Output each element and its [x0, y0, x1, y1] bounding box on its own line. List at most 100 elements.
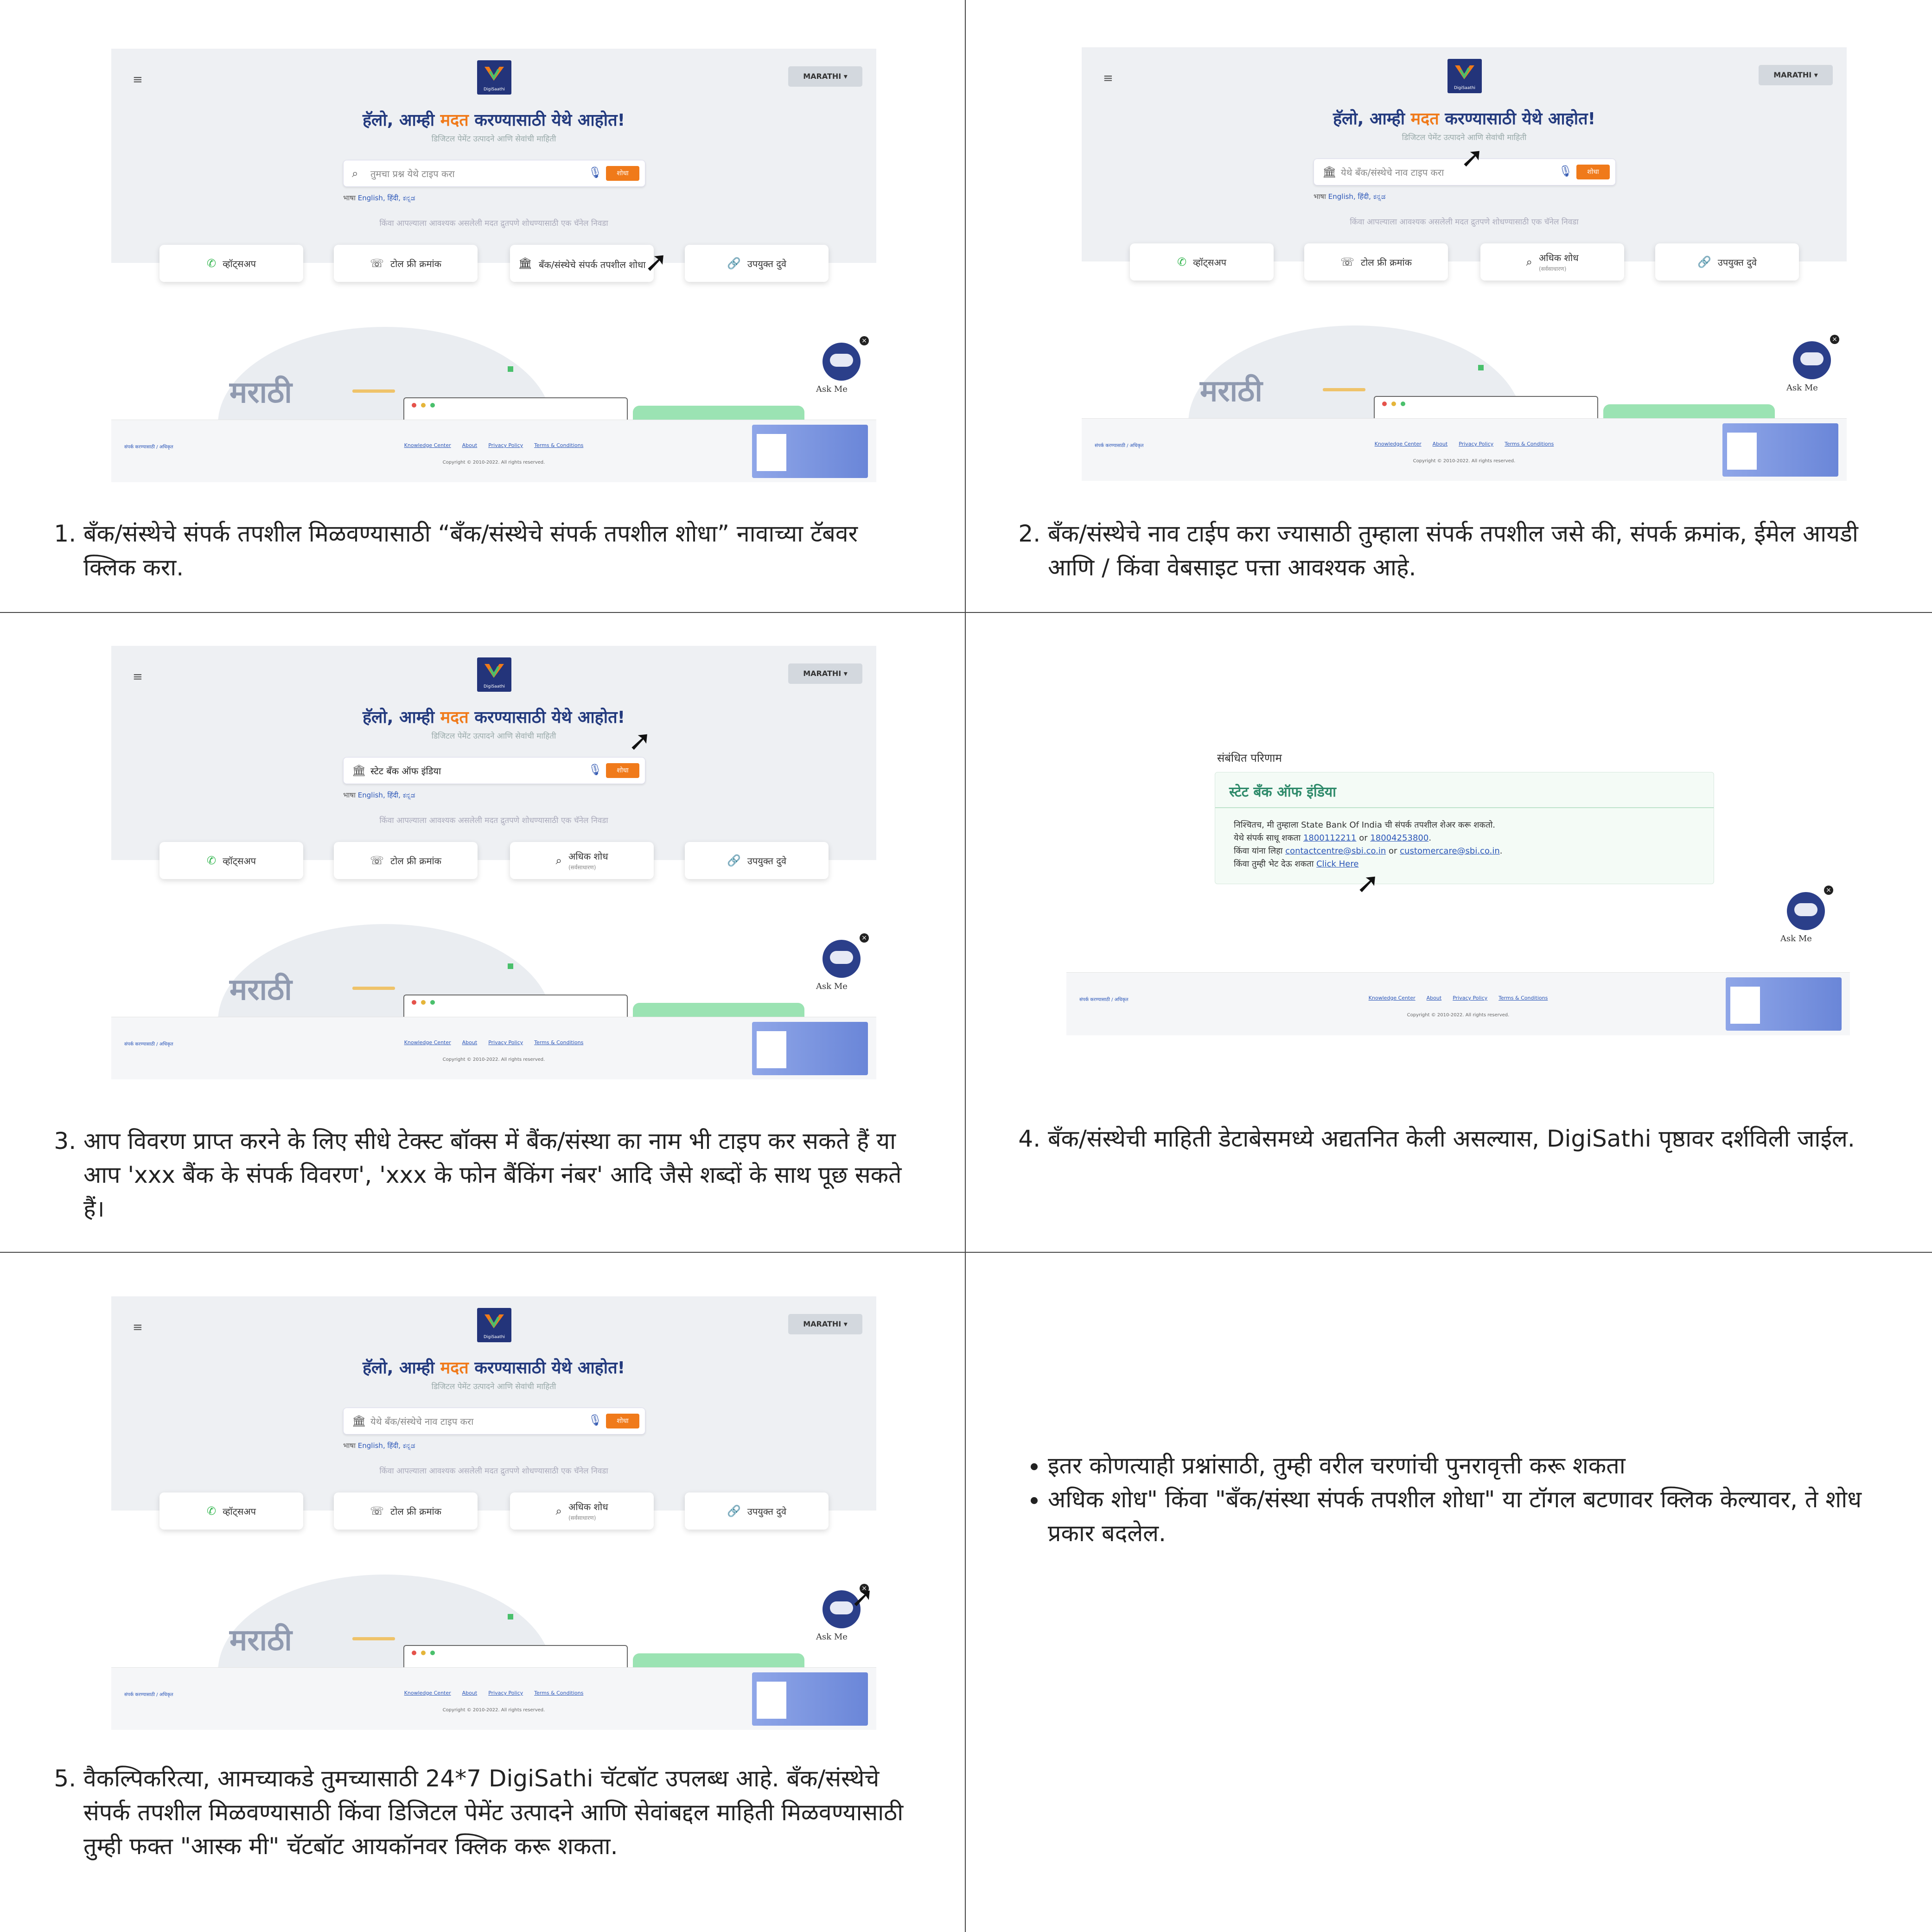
- search-button[interactable]: शोधा: [1576, 165, 1610, 179]
- tile-links[interactable]: 🔗 उपयुक्त दुवे: [685, 1492, 829, 1530]
- askme-chatbot-button[interactable]: × Ask Me: [1780, 886, 1836, 950]
- footer-link-privacy[interactable]: Privacy Policy: [488, 442, 523, 448]
- search-bar[interactable]: ⌕ तुमचा प्रश्न येथे टाइप करा 🎙 शोधा: [343, 160, 645, 187]
- tile-links[interactable]: 🔗 उपयुक्त दुवे: [685, 842, 829, 879]
- hamburger-icon[interactable]: ≡: [133, 670, 143, 684]
- askme-label: Ask Me: [1780, 934, 1812, 944]
- language-dropdown[interactable]: MARATHI ▾: [788, 663, 862, 684]
- search-input[interactable]: तुमचा प्रश्न येथे टाइप करा: [370, 167, 455, 180]
- microphone-icon[interactable]: 🎙: [588, 166, 602, 179]
- footer-link-privacy[interactable]: Privacy Policy: [1459, 441, 1493, 447]
- search-input[interactable]: स्टेट बँक ऑफ इंडिया: [370, 765, 441, 777]
- phone-link-2[interactable]: 18004253800: [1370, 833, 1428, 843]
- tile-tollfree[interactable]: ☏ टोल फ्री क्रमांक: [1304, 243, 1448, 281]
- language-links[interactable]: English, हिंदी, ಕನ್ನಡ: [1328, 192, 1386, 201]
- close-icon[interactable]: ×: [1830, 335, 1839, 344]
- caption-text-3: आप विवरण प्राप्त करने के लिए सीधे टेक्स्…: [83, 1124, 909, 1226]
- digisaathi-logo[interactable]: DigiSaathi: [477, 657, 511, 692]
- browser-dot-yellow: [1391, 402, 1396, 406]
- result-line-1: निश्चितच, मी तुम्हाला State Bank Of Indi…: [1234, 820, 1495, 830]
- askme-chatbot-button[interactable]: × Ask Me: [1786, 335, 1842, 400]
- digisaathi-popup[interactable]: [752, 1022, 868, 1075]
- language-dropdown[interactable]: MARATHI ▾: [1759, 65, 1833, 85]
- search-bar[interactable]: 🏛 येथे बँक/संस्थेचे नाव टाइप करा 🎙 शोधा: [343, 1408, 645, 1435]
- digisaathi-popup[interactable]: [752, 1672, 868, 1726]
- digisaathi-logo[interactable]: DigiSaathi: [477, 60, 511, 95]
- footer-link-knowledge[interactable]: Knowledge Center: [1375, 441, 1422, 447]
- footer-link-about[interactable]: About: [1433, 441, 1448, 447]
- email-link-1[interactable]: contactcentre@sbi.co.in: [1285, 846, 1386, 856]
- footer-link-privacy[interactable]: Privacy Policy: [488, 1039, 523, 1046]
- footer-link-privacy[interactable]: Privacy Policy: [488, 1690, 523, 1696]
- footer-link-knowledge[interactable]: Knowledge Center: [404, 1039, 451, 1046]
- phone-link-1[interactable]: 1800112211: [1303, 833, 1357, 843]
- result-body: निश्चितच, मी तुम्हाला State Bank Of Indi…: [1234, 819, 1503, 871]
- search-input[interactable]: येथे बँक/संस्थेचे नाव टाइप करा: [370, 1415, 473, 1428]
- footer-link-terms[interactable]: Terms & Conditions: [1498, 995, 1548, 1001]
- language-dropdown[interactable]: MARATHI ▾: [788, 1314, 862, 1334]
- email-link-2[interactable]: customercare@sbi.co.in: [1400, 846, 1500, 856]
- result-line-3-prefix: किंवा यांना लिहा: [1234, 846, 1286, 856]
- search-button[interactable]: शोधा: [606, 1414, 639, 1428]
- search-button[interactable]: शोधा: [606, 763, 639, 778]
- tile-bank-label: बँक/संस्थेचे संपर्क तपशील शोधा: [538, 259, 646, 270]
- language-links[interactable]: English, हिंदी, ಕನ್ನಡ: [358, 1441, 415, 1450]
- microphone-icon[interactable]: 🎙: [588, 763, 602, 776]
- footer-link-knowledge[interactable]: Knowledge Center: [404, 1690, 451, 1696]
- language-dropdown[interactable]: MARATHI ▾: [788, 66, 862, 87]
- search-button[interactable]: शोधा: [606, 166, 639, 181]
- tile-tollfree[interactable]: ☏ टोल फ्री क्रमांक: [334, 245, 478, 282]
- close-icon[interactable]: ×: [860, 336, 869, 345]
- footer-link-privacy[interactable]: Privacy Policy: [1453, 995, 1487, 1001]
- footer-link-about[interactable]: About: [462, 1039, 478, 1046]
- search-input[interactable]: येथे बँक/संस्थेचे नाव टाइप करा: [1341, 166, 1444, 179]
- close-icon[interactable]: ×: [860, 933, 869, 943]
- decor-dot: [508, 963, 513, 969]
- search-bar[interactable]: 🏛 स्टेट बँक ऑफ इंडिया 🎙 शोधा: [343, 757, 645, 784]
- tile-links-label: उपयुक्त दुवे: [747, 258, 787, 269]
- digisaathi-popup[interactable]: [1726, 977, 1842, 1031]
- askme-chatbot-button[interactable]: × Ask Me: [816, 933, 872, 998]
- hamburger-icon[interactable]: ≡: [133, 73, 143, 87]
- tile-whatsapp[interactable]: ✆ व्हॉट्सअप: [159, 245, 303, 282]
- tile-search-mode[interactable]: ⌕ अधिक शोध (सर्वसाधारण): [1480, 243, 1624, 281]
- footer-link-knowledge[interactable]: Knowledge Center: [404, 442, 451, 448]
- tile-whatsapp[interactable]: ✆ व्हॉट्सअप: [159, 1492, 303, 1530]
- language-links[interactable]: English, हिंदी, ಕನ್ನಡ: [358, 791, 415, 799]
- hamburger-icon[interactable]: ≡: [1103, 71, 1113, 85]
- click-here-link[interactable]: Click Here: [1316, 859, 1358, 869]
- tile-links-label: उपयुक्त दुवे: [747, 855, 787, 867]
- digisaathi-logo[interactable]: DigiSaathi: [477, 1308, 511, 1342]
- headline-pre: हॅलो, आम्ही: [362, 1358, 440, 1377]
- tile-tollfree-label: टोल फ्री क्रमांक: [1361, 257, 1412, 268]
- tile-tollfree[interactable]: ☏ टोल फ्री क्रमांक: [334, 842, 478, 879]
- close-icon[interactable]: ×: [1824, 886, 1833, 895]
- tile-tollfree[interactable]: ☏ टोल फ्री क्रमांक: [334, 1492, 478, 1530]
- hamburger-icon[interactable]: ≡: [133, 1320, 143, 1334]
- digisaathi-popup[interactable]: [1722, 423, 1838, 477]
- microphone-icon[interactable]: 🎙: [1559, 165, 1573, 178]
- footer-link-about[interactable]: About: [462, 442, 478, 448]
- footer-link-knowledge[interactable]: Knowledge Center: [1369, 995, 1416, 1001]
- footer-link-terms[interactable]: Terms & Conditions: [534, 1690, 583, 1696]
- tile-whatsapp[interactable]: ✆ व्हॉट्सअप: [1130, 243, 1274, 281]
- digisaathi-logo[interactable]: DigiSaathi: [1447, 59, 1482, 93]
- footer-link-about[interactable]: About: [462, 1690, 478, 1696]
- footer-link-terms[interactable]: Terms & Conditions: [534, 1039, 583, 1046]
- footer-link-terms[interactable]: Terms & Conditions: [1505, 441, 1554, 447]
- language-links[interactable]: English, हिंदी, ಕನ್ನಡ: [358, 194, 415, 202]
- tile-whatsapp[interactable]: ✆ व्हॉट्सअप: [159, 842, 303, 879]
- tile-links[interactable]: 🔗 उपयुक्त दुवे: [1655, 243, 1799, 281]
- microphone-icon[interactable]: 🎙: [588, 1414, 602, 1427]
- tile-search-mode[interactable]: ⌕ अधिक शोध (सर्वसाधारण): [510, 842, 654, 879]
- browser-dot-yellow: [421, 1000, 426, 1005]
- footer-link-terms[interactable]: Terms & Conditions: [534, 442, 583, 448]
- tile-search-mode[interactable]: ⌕ अधिक शोध (सर्वसाधारण): [510, 1492, 654, 1530]
- footer-link-about[interactable]: About: [1427, 995, 1442, 1001]
- caption-step-1: बँक/संस्थेचे संपर्क तपशील मिळवण्यासाठी “…: [51, 517, 909, 585]
- askme-chatbot-button[interactable]: × Ask Me: [816, 336, 872, 401]
- tile-links[interactable]: 🔗 उपयुक्त दुवे: [685, 245, 829, 282]
- result-or-2: or: [1386, 846, 1400, 856]
- digisaathi-popup[interactable]: [752, 425, 868, 478]
- tile-search-mode[interactable]: 🏛 बँक/संस्थेचे संपर्क तपशील शोधा: [510, 245, 654, 282]
